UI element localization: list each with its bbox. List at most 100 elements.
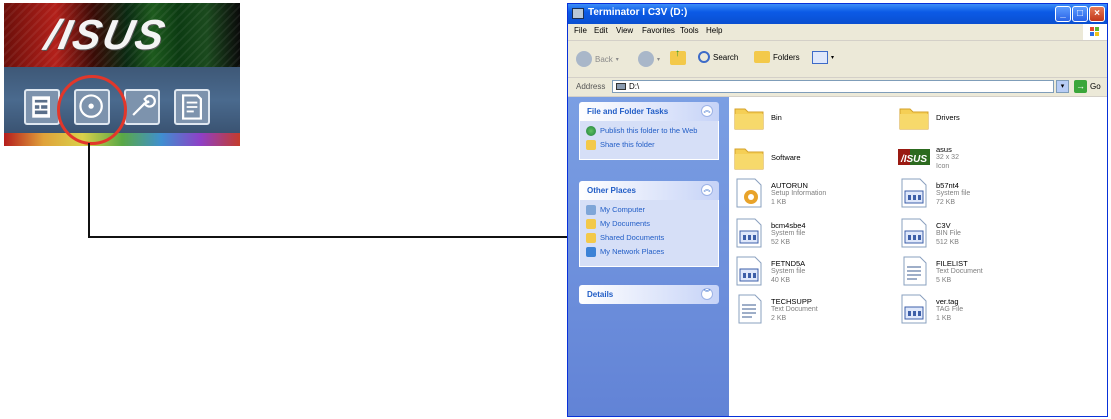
address-dropdown-icon[interactable]: ▾	[1056, 80, 1069, 93]
menu-help[interactable]: Help	[706, 26, 722, 35]
forward-dropdown-icon: ▾	[657, 56, 661, 63]
file-folder-tasks-header[interactable]: File and Folder Tasks ︽	[579, 102, 719, 121]
content-area: File and Folder Tasks ︽ Publish this fol…	[568, 97, 1107, 416]
file-meta: Text Document 5 KB	[936, 268, 983, 284]
other-places-header[interactable]: Other Places ︽	[579, 181, 719, 200]
share-folder-link[interactable]: Share this folder	[586, 140, 712, 150]
asus-logo: /ISUS	[41, 11, 171, 58]
asus-color-stripe	[4, 133, 240, 146]
search-button[interactable]: Search	[698, 51, 738, 63]
file-item[interactable]: TECHSUPP Text Document 2 KB	[733, 293, 903, 331]
file-item[interactable]: Software	[733, 141, 903, 179]
menu-view[interactable]: View	[616, 26, 633, 35]
shared-documents-link[interactable]: Shared Documents	[586, 233, 712, 243]
document-icon[interactable]	[174, 89, 210, 125]
details-box: Details ︾	[579, 285, 719, 304]
file-item[interactable]: Bin	[733, 101, 903, 139]
file-meta: Text Document 2 KB	[771, 306, 818, 322]
file-name: FETND5A	[771, 259, 806, 268]
setup-info-icon	[733, 177, 765, 209]
publish-folder-link[interactable]: Publish this folder to the Web	[586, 126, 712, 136]
share-folder-icon	[586, 140, 596, 150]
file-name: AUTORUN	[771, 181, 808, 190]
file-meta: System file 52 KB	[771, 230, 806, 246]
file-item[interactable]: AUTORUN Setup Information 1 KB	[733, 177, 903, 215]
forward-arrow-icon	[638, 51, 654, 67]
close-button[interactable]: ×	[1089, 6, 1105, 22]
my-network-places-label: My Network Places	[600, 247, 665, 256]
wrench-icon[interactable]	[124, 89, 160, 125]
file-list: Bin Drivers Software/ISUS asus 32 x 32 Icon A…	[733, 97, 1107, 416]
file-item[interactable]: FILELIST Text Document 5 KB	[898, 255, 1068, 293]
minimize-button[interactable]: _	[1055, 6, 1071, 22]
text-document-icon	[733, 293, 765, 325]
menu-favorites[interactable]: Favorites	[642, 26, 675, 35]
system-file-icon	[898, 177, 930, 209]
highlight-circle	[57, 75, 127, 145]
window-title: Terminator I C3V (D:)	[588, 7, 688, 18]
toolbar: Back ▾ ▾ ↑ Search Folders ▾	[568, 41, 1107, 78]
file-item[interactable]: bcm4sbe4 System file 52 KB	[733, 217, 903, 255]
file-name: FILELIST	[936, 259, 968, 268]
forward-button[interactable]: ▾	[638, 51, 660, 67]
menu-file[interactable]: File	[574, 26, 587, 35]
views-button[interactable]: ▾	[812, 51, 834, 64]
folders-button[interactable]: Folders	[754, 51, 800, 63]
address-field[interactable]: D:\	[612, 80, 1054, 93]
file-item[interactable]: ver.tag TAG File 1 KB	[898, 293, 1068, 331]
search-icon	[698, 51, 710, 63]
file-meta: BIN File 512 KB	[936, 230, 961, 246]
my-computer-label: My Computer	[600, 205, 646, 214]
file-meta: 32 x 32 Icon	[936, 154, 959, 170]
file-meta: TAG File 1 KB	[936, 306, 964, 322]
back-arrow-icon	[576, 51, 592, 67]
network-places-icon	[586, 247, 596, 257]
file-item[interactable]: Drivers	[898, 101, 1068, 139]
my-computer-link[interactable]: My Computer	[586, 205, 712, 215]
up-folder-button[interactable]: ↑	[670, 48, 686, 65]
back-button[interactable]: Back ▾	[576, 51, 619, 67]
file-folder-tasks-title: File and Folder Tasks	[587, 107, 669, 116]
title-bar[interactable]: Terminator I C3V (D:) _ □ ×	[568, 4, 1107, 24]
back-label: Back	[595, 54, 613, 64]
other-places-body: My Computer My Documents Shared Document…	[579, 200, 719, 267]
file-name: C3V	[936, 221, 951, 230]
search-label: Search	[713, 52, 739, 62]
file-name: Drivers	[936, 113, 960, 122]
maximize-button[interactable]: □	[1072, 6, 1088, 22]
my-network-places-link[interactable]: My Network Places	[586, 247, 712, 257]
shared-documents-icon	[586, 233, 596, 243]
views-icon	[812, 51, 828, 64]
windows-flag-icon	[1083, 24, 1107, 40]
drive-small-icon	[616, 83, 626, 90]
wizard-icon[interactable]	[24, 89, 60, 125]
menu-edit[interactable]: Edit	[594, 26, 608, 35]
file-name: b57nt4	[936, 181, 959, 190]
file-name: asus	[936, 145, 952, 154]
details-header[interactable]: Details ︾	[579, 285, 719, 304]
connector-line-vertical	[88, 143, 90, 237]
my-documents-link[interactable]: My Documents	[586, 219, 712, 229]
menu-tools[interactable]: Tools	[680, 26, 699, 35]
task-pane: File and Folder Tasks ︽ Publish this fol…	[568, 97, 729, 416]
address-bar: Address D:\ ▾ → Go	[568, 78, 1107, 97]
file-item[interactable]: FETND5A System file 40 KB	[733, 255, 903, 293]
file-item[interactable]: /ISUS asus 32 x 32 Icon	[898, 141, 1068, 179]
folder-icon	[733, 101, 765, 133]
my-computer-icon	[586, 205, 596, 215]
file-name: ver.tag	[936, 297, 959, 306]
file-item[interactable]: b57nt4 System file 72 KB	[898, 177, 1068, 215]
file-item[interactable]: C3V BIN File 512 KB	[898, 217, 1068, 255]
views-dropdown-icon: ▾	[831, 55, 835, 61]
publish-web-icon	[586, 126, 596, 136]
system-file-icon	[898, 293, 930, 325]
go-button[interactable]: → Go	[1074, 80, 1101, 93]
explorer-window: Terminator I C3V (D:) _ □ × File Edit Vi…	[567, 3, 1108, 417]
menu-bar: File Edit View Favorites Tools Help	[568, 24, 1107, 41]
collapse-chevron-icon[interactable]: ︽	[701, 105, 713, 117]
file-name: bcm4sbe4	[771, 221, 806, 230]
expand-chevron-icon[interactable]: ︾	[701, 288, 713, 300]
folder-icon	[733, 141, 765, 173]
collapse-chevron-icon[interactable]: ︽	[701, 184, 713, 196]
address-label: Address	[576, 82, 606, 91]
